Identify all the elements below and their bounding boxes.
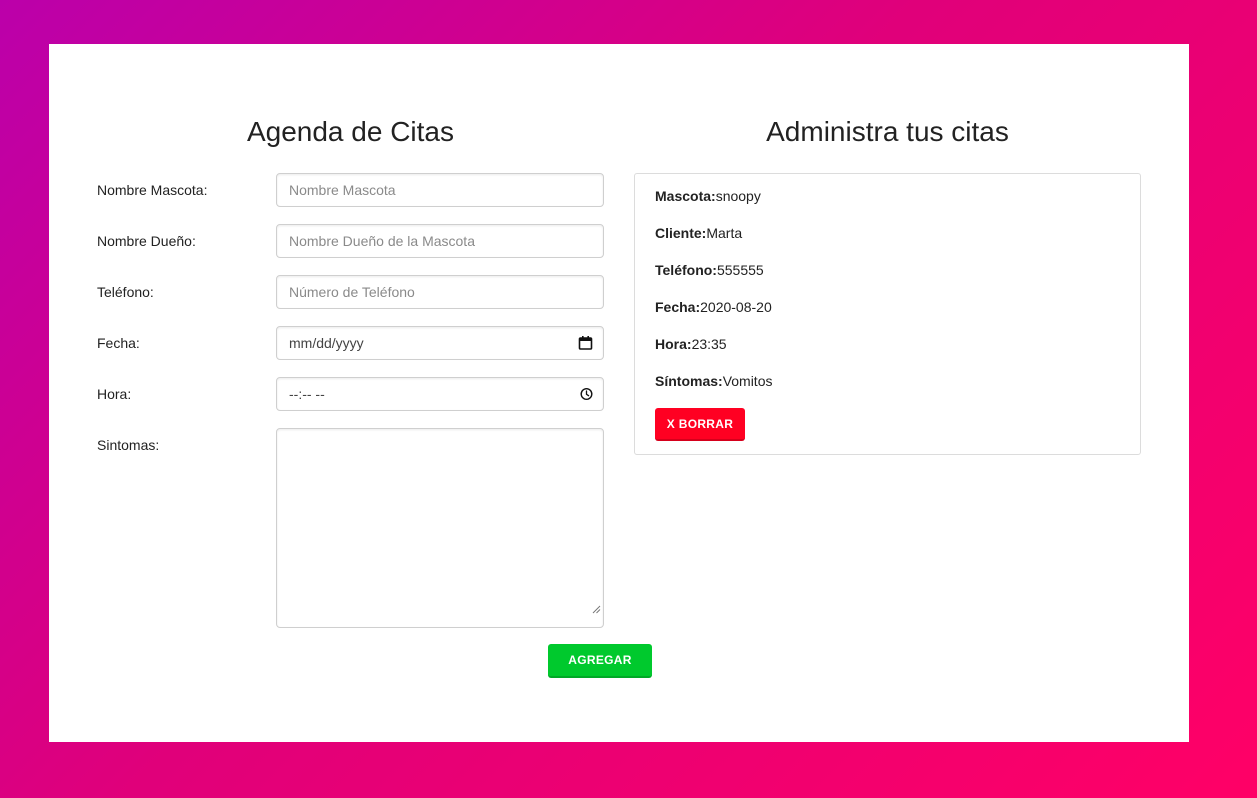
time-field-value: 23:35 — [691, 336, 727, 352]
owner-name-label: Nombre Dueño: — [97, 233, 196, 249]
time-input[interactable]: --:-- -- — [276, 377, 604, 411]
pet-field-label: Mascota: — [655, 188, 716, 204]
appointment-time: Hora:23:35 — [655, 336, 727, 352]
pet-name-placeholder: Nombre Mascota — [289, 182, 396, 198]
clock-icon[interactable] — [580, 387, 593, 401]
symptoms-textarea[interactable] — [276, 428, 604, 628]
form-title: Agenda de Citas — [246, 116, 455, 147]
add-appointment-button[interactable]: AGREGAR — [548, 644, 652, 678]
phone-field-label: Teléfono: — [655, 262, 717, 278]
resize-grip-icon[interactable] — [592, 593, 601, 625]
pet-name-label: Nombre Mascota: — [97, 182, 208, 198]
symptoms-label: Sintomas: — [97, 437, 160, 453]
phone-label: Teléfono: — [97, 284, 154, 300]
main-card: Agenda de Citas Nombre Mascota: Nombre M… — [49, 44, 1189, 742]
appointment-client: Cliente:Marta — [655, 225, 742, 241]
date-label: Fecha: — [97, 335, 140, 351]
appointment-phone: Teléfono:555555 — [655, 262, 764, 278]
phone-field-value: 555555 — [716, 262, 764, 278]
symptoms-field-label: Síntomas: — [655, 373, 723, 389]
date-value: mm/dd/yyyy — [289, 335, 364, 351]
calendar-icon[interactable] — [578, 336, 593, 351]
date-field-label: Fecha: — [655, 299, 701, 315]
appointment-date: Fecha:2020-08-20 — [655, 299, 772, 315]
owner-name-placeholder: Nombre Dueño de la Mascota — [289, 233, 475, 249]
client-field-value: Marta — [706, 225, 743, 241]
appointment-pet: Mascota:snoopy — [655, 188, 761, 204]
time-label: Hora: — [97, 386, 132, 402]
symptoms-field-value: Vomitos — [722, 373, 773, 389]
delete-appointment-button[interactable]: X BORRAR — [655, 408, 745, 441]
time-value: --:-- -- — [289, 386, 325, 402]
pet-field-value: snoopy — [715, 188, 761, 204]
appointment-card: Mascota:snoopy Cliente:Marta Teléfono:55… — [634, 173, 1141, 455]
appointment-symptoms: Síntomas:Vomitos — [655, 373, 773, 389]
phone-input[interactable]: Número de Teléfono — [276, 275, 604, 309]
phone-placeholder: Número de Teléfono — [289, 284, 415, 300]
owner-name-input[interactable]: Nombre Dueño de la Mascota — [276, 224, 604, 258]
list-title: Administra tus citas — [766, 116, 1009, 147]
time-field-label: Hora: — [655, 336, 692, 352]
date-field-value: 2020-08-20 — [700, 299, 772, 315]
client-field-label: Cliente: — [655, 225, 707, 241]
date-input[interactable]: mm/dd/yyyy — [276, 326, 604, 360]
pet-name-input[interactable]: Nombre Mascota — [276, 173, 604, 207]
